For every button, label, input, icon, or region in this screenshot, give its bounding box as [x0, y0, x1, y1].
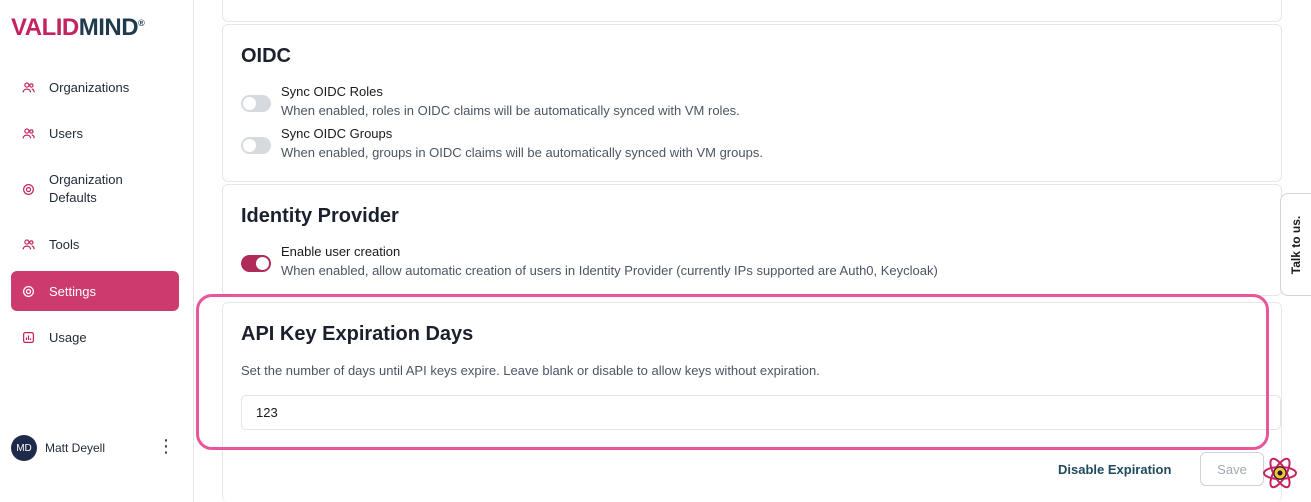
api-key-expiration-description: Set the number of days until API keys ex…: [241, 363, 820, 378]
sync-oidc-roles-option: Sync OIDC Roles When enabled, roles in O…: [241, 83, 740, 121]
sidebar-item-label: Usage: [49, 329, 87, 345]
save-button[interactable]: Save: [1200, 452, 1264, 486]
identity-provider-card: Identity Provider Enable user creation W…: [222, 184, 1282, 296]
sync-oidc-roles-toggle[interactable]: [241, 95, 271, 112]
oidc-card: OIDC Sync OIDC Roles When enabled, roles…: [222, 24, 1282, 182]
avatar: MD: [11, 435, 37, 461]
sidebar-item-organizations[interactable]: Organizations: [11, 75, 179, 99]
option-title: Enable user creation: [281, 244, 401, 259]
oidc-title: OIDC: [241, 45, 291, 67]
sync-oidc-groups-option: Sync OIDC Groups When enabled, groups in…: [241, 125, 763, 163]
validmind-logo[interactable]: VALIDMIND®: [11, 14, 145, 42]
sidebar-item-label: Organization Defaults: [49, 172, 123, 205]
talk-to-us-label: Talk to us.: [1289, 215, 1304, 274]
sync-oidc-groups-toggle[interactable]: [241, 137, 271, 154]
more-vertical-icon[interactable]: ⋮: [157, 436, 175, 456]
api-key-expiration-input[interactable]: [241, 395, 1281, 430]
users-icon: [21, 237, 35, 251]
sidebar: VALIDMIND® Organizations Users Organizat…: [0, 0, 194, 502]
users-icon: [21, 126, 35, 140]
identity-provider-title: Identity Provider: [241, 205, 399, 227]
option-title: Sync OIDC Groups: [281, 126, 393, 141]
option-description: When enabled, allow automatic creation o…: [281, 263, 938, 278]
react-devtools-icon[interactable]: [1262, 455, 1298, 491]
sidebar-item-usage[interactable]: Usage: [11, 325, 179, 349]
disable-expiration-button[interactable]: Disable Expiration: [1048, 456, 1181, 482]
sidebar-item-label: Tools: [49, 236, 80, 252]
previous-settings-card: [222, 0, 1282, 22]
sidebar-item-label: Settings: [49, 283, 96, 299]
option-description: When enabled, groups in OIDC claims will…: [281, 145, 763, 160]
sidebar-item-label: Users: [49, 125, 83, 141]
sidebar-item-settings[interactable]: Settings: [11, 271, 179, 311]
enable-user-creation-toggle[interactable]: [241, 255, 271, 272]
option-description: When enabled, roles in OIDC claims will …: [281, 103, 740, 118]
enable-user-creation-option: Enable user creation When enabled, allow…: [241, 243, 938, 281]
chart-icon: [21, 330, 35, 344]
sidebar-item-tools[interactable]: Tools: [11, 232, 179, 256]
sidebar-item-users[interactable]: Users: [11, 121, 179, 145]
user-name: Matt Deyell: [45, 441, 106, 455]
settings-icon: [21, 284, 35, 298]
api-key-expiration-title: API Key Expiration Days: [241, 323, 474, 345]
user-profile[interactable]: MD Matt Deyell ⋮: [11, 434, 181, 462]
sidebar-item-label: Organizations: [49, 79, 130, 95]
settings-icon: [21, 182, 35, 196]
talk-to-us-tab[interactable]: Talk to us.: [1280, 193, 1311, 296]
option-title: Sync OIDC Roles: [281, 84, 383, 99]
users-icon: [21, 80, 35, 94]
sidebar-item-organization-defaults[interactable]: Organization Defaults: [11, 170, 179, 208]
